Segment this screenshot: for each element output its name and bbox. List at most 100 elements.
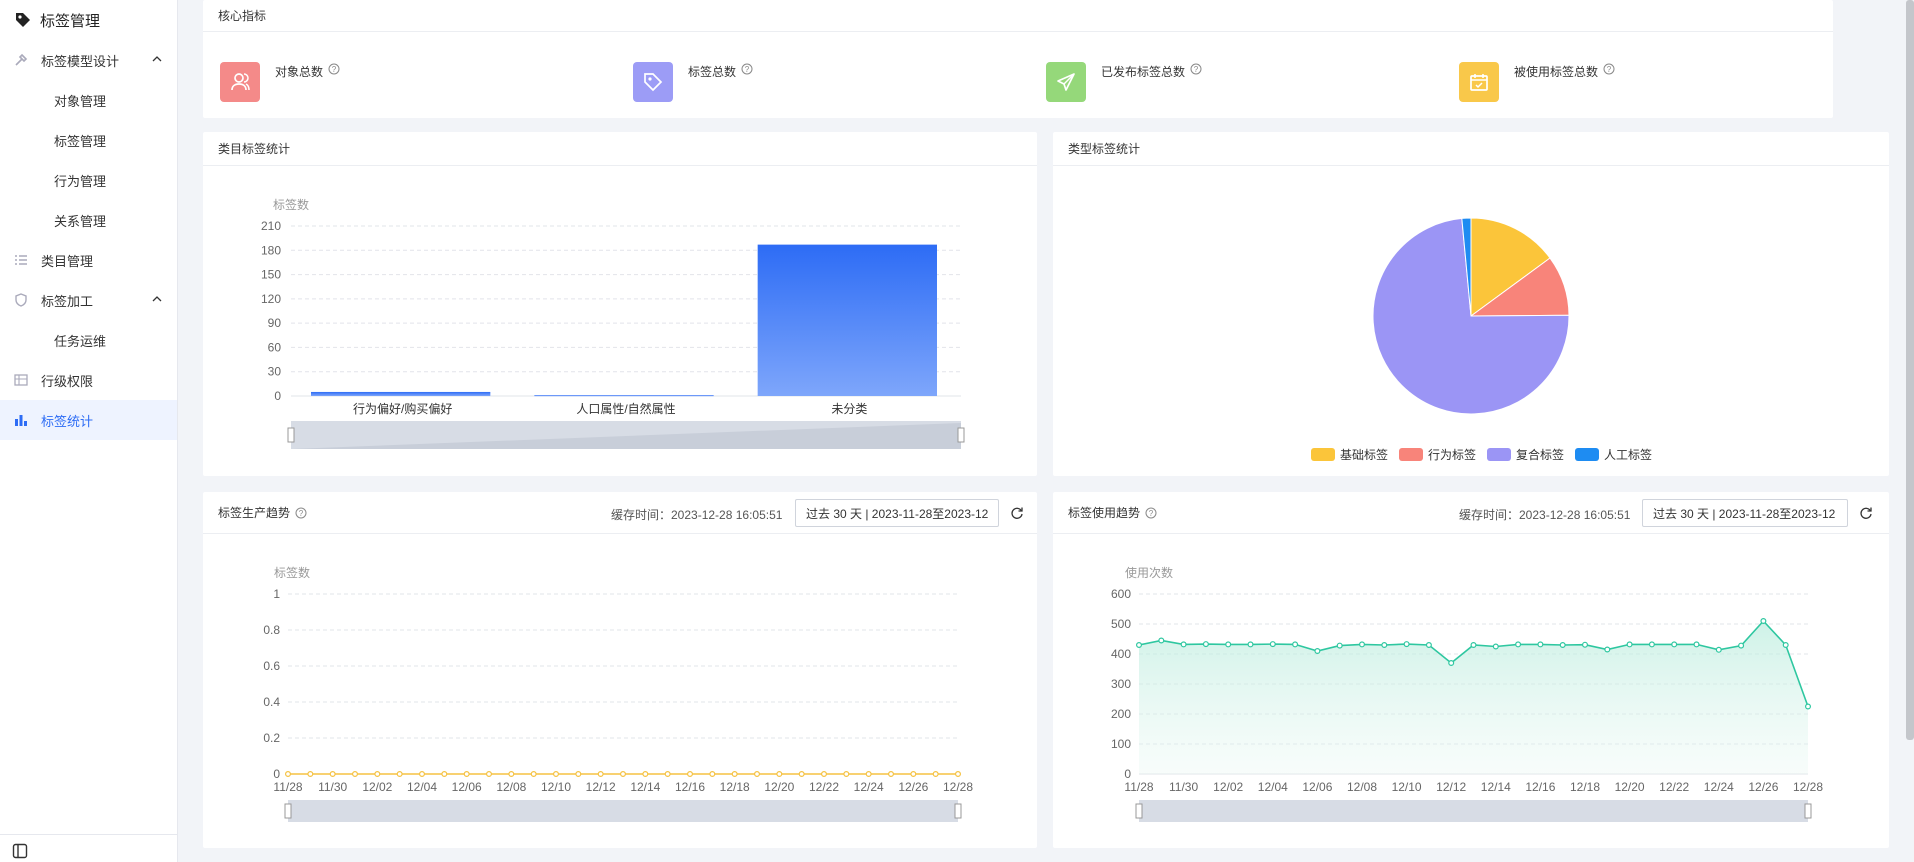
sidebar-item-behavior-management[interactable]: 行为管理 [0,160,177,200]
data-point [820,771,827,778]
x-tick-label: 12/02 [1213,780,1243,794]
data-point [753,771,760,778]
x-tick-label: 12/12 [1436,780,1466,794]
data-point [1314,647,1321,654]
data-point [1648,641,1655,648]
data-point [508,771,515,778]
legend-label: 行为标签 [1428,447,1476,462]
sidebar-item-tag-processing[interactable]: 标签加工 [0,280,177,320]
refresh-icon[interactable] [1010,506,1024,520]
data-point [1782,641,1789,648]
data-point [642,771,649,778]
help-icon[interactable]: ? [1145,507,1157,519]
chevron-up-icon[interactable] [151,53,163,65]
chevron-up-icon[interactable] [151,293,163,305]
data-point [887,771,894,778]
help-icon[interactable]: ? [741,63,753,75]
x-tick-label: 12/18 [1570,780,1600,794]
core-metrics-card: 核心指标 对象总数 ? 标签总数 ? 已发布标签总数 ? 被使用标签总数 ? [203,0,1833,118]
svg-text:?: ? [745,65,750,74]
y-tick-label: 0.8 [263,623,280,637]
sidebar-item-tag-model-design[interactable]: 标签模型设计 [0,40,177,80]
data-zoom-slider [288,800,958,822]
x-tick-label: 12/28 [1793,780,1823,794]
date-range-picker[interactable]: 过去 30 天 | 2023-11-28至2023-12 [1642,499,1848,527]
brand-title: 标签管理 [40,12,101,30]
data-point [798,771,805,778]
tag-usage-area-chart: 使用次数 0 100 200 300 400 500 600 11/28 11/30 12/02 12… [1111,565,1823,822]
data-point [1804,703,1811,710]
kpi-tag-total: 标签总数 ? [633,62,753,102]
sidebar-item-task-ops[interactable]: 任务运维 [0,320,177,360]
category-bar-chart: 标签数 0 30 60 90 120 150 180 210 行为偏好/购买偏好 人口属性/自然属性… [261,197,965,449]
table-permission-icon [14,374,28,386]
x-tick-label: 12/06 [452,780,482,794]
data-point [664,771,671,778]
bar-chart-icon [15,415,27,426]
y-tick-label: 60 [268,340,282,354]
sidebar-item-relation-management[interactable]: 关系管理 [0,200,177,240]
x-tick-label: 12/08 [496,780,526,794]
data-point [843,771,850,778]
data-point [1470,641,1477,648]
help-icon[interactable]: ? [1190,63,1202,75]
data-point [932,771,939,778]
x-tick-label: 12/04 [407,780,437,794]
data-point [553,771,560,778]
data-point [463,771,470,778]
x-tick-label: 11/28 [273,780,302,794]
sidebar-item-object-management[interactable]: 对象管理 [0,80,177,120]
data-point [307,771,314,778]
x-tick-label: 12/14 [1481,780,1511,794]
data-point [1760,617,1767,624]
sidebar-item-tag-statistics[interactable]: 标签统计 [0,400,177,440]
data-point [709,771,716,778]
refresh-icon[interactable] [1859,506,1873,520]
svg-text:?: ? [1149,509,1154,518]
data-point [1336,642,1343,649]
data-point [530,771,537,778]
data-point [1626,641,1633,648]
y-tick-label: 600 [1111,587,1131,601]
y-tick-label: 0 [273,767,280,781]
y-tick-label: 200 [1111,707,1131,721]
sidebar-brand[interactable]: 标签管理 [0,0,177,40]
kpi-label: 被使用标签总数 [1514,65,1599,79]
kpi-label: 已发布标签总数 [1101,65,1186,79]
data-point [486,771,493,778]
tag-production-trend-title: 标签生产趋势 [218,506,291,520]
data-point [776,771,783,778]
data-point [1581,641,1588,648]
date-range-picker[interactable]: 过去 30 天 | 2023-11-28至2023-12 [795,499,999,527]
send-icon [1046,62,1086,102]
y-axis-label: 标签数 [274,565,310,580]
kpi-label: 对象总数 [275,65,324,79]
bar [757,244,937,396]
tag-icon [16,13,30,27]
sidebar-item-tag-management[interactable]: 标签管理 [0,120,177,160]
data-point [687,771,694,778]
data-point [374,771,381,778]
sidebar-item-category-management[interactable]: 类目管理 [0,240,177,280]
price-tag-icon [633,62,673,102]
help-icon[interactable]: ? [328,63,340,75]
sidebar-item-row-permission[interactable]: 行级权限 [0,360,177,400]
page-scrollbar[interactable] [1906,0,1914,740]
x-tick-label: 12/22 [1659,780,1689,794]
legend-label: 基础标签 [1340,447,1388,462]
category-tag-stats-title: 类目标签统计 [203,132,1037,166]
data-point [1247,641,1254,648]
y-tick-label: 0.4 [263,695,280,709]
y-tick-label: 0.2 [263,731,280,745]
sidebar-item-label: 标签加工 [41,293,94,309]
data-point [731,771,738,778]
collapse-sidebar-icon[interactable] [12,843,28,859]
x-tick-label: 12/06 [1302,780,1332,794]
data-point [329,771,336,778]
data-point [1180,641,1187,648]
bar [311,391,491,396]
help-icon[interactable]: ? [1603,63,1615,75]
data-point [954,771,961,778]
data-point [396,771,403,778]
help-icon[interactable]: ? [295,507,307,519]
